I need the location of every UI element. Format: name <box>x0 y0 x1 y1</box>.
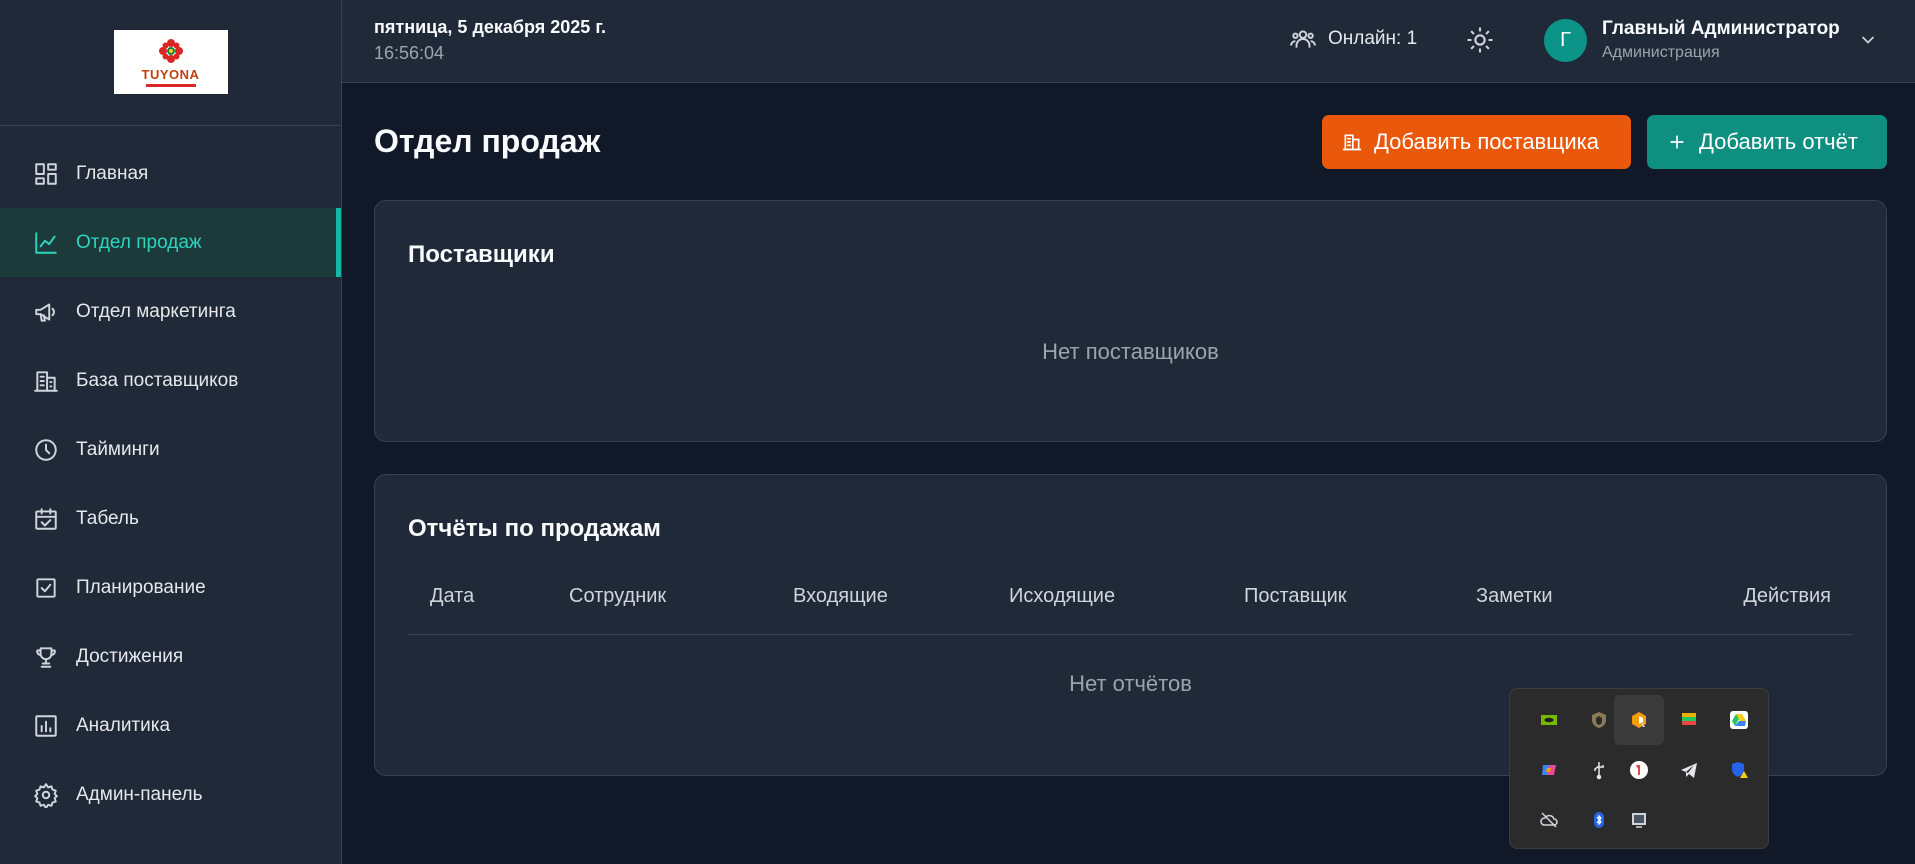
column-header-date[interactable]: Дата <box>430 585 474 608</box>
column-header-notes[interactable]: Заметки <box>1476 585 1553 608</box>
building-icon <box>32 367 60 395</box>
logo[interactable]: TUYONA <box>113 29 228 94</box>
column-header-employee[interactable]: Сотрудник <box>569 585 666 608</box>
sidebar-item-achievements[interactable]: Достижения <box>0 622 341 691</box>
users-icon <box>1290 30 1316 48</box>
column-header-incoming[interactable]: Входящие <box>793 585 888 608</box>
current-date: пятница, 5 декабря 2025 г. <box>374 17 607 37</box>
online-indicator[interactable]: Онлайн: 1 <box>1290 26 1417 52</box>
copilot-icon[interactable] <box>1524 745 1574 795</box>
suppliers-title: Поставщики <box>408 241 555 268</box>
user-menu[interactable]: Г Главный Администратор Администрация <box>1544 18 1840 62</box>
system-tray-popup <box>1509 688 1769 849</box>
sidebar-item-label: Отдел продаж <box>76 231 202 253</box>
logo-underline <box>145 84 196 87</box>
user-role: Администрация <box>1602 44 1720 61</box>
sidebar-item-marketing[interactable]: Отдел маркетинга <box>0 277 341 346</box>
bluestacks-icon[interactable] <box>1664 695 1714 745</box>
add-supplier-label: Добавить поставщика <box>1374 129 1599 154</box>
sidebar-item-label: База поставщиков <box>76 369 239 391</box>
column-header-outgoing[interactable]: Исходящие <box>1009 585 1115 608</box>
sun-icon <box>1467 27 1493 53</box>
flower-logo-icon <box>158 39 183 63</box>
sidebar-item-planning[interactable]: Планирование <box>0 553 341 622</box>
sidebar-item-analytics[interactable]: Аналитика <box>0 691 341 760</box>
trophy-icon <box>32 643 60 671</box>
sidebar-nav: Главная Отдел продаж Отдел маркетинга Ба… <box>0 126 341 829</box>
theme-toggle-button[interactable] <box>1464 24 1496 56</box>
sidebar-item-home[interactable]: Главная <box>0 139 341 208</box>
add-supplier-button[interactable]: Добавить поставщика <box>1322 115 1631 169</box>
column-header-supplier[interactable]: Поставщик <box>1244 585 1347 608</box>
sidebar-item-label: Табель <box>76 507 139 529</box>
clock-icon <box>32 436 60 464</box>
chevron-down-icon[interactable] <box>1858 30 1878 50</box>
logo-brand: TUYONA <box>141 67 200 82</box>
sidebar-item-label: Админ-панель <box>76 783 203 805</box>
plus-icon <box>1670 135 1684 149</box>
display-icon[interactable] <box>1614 795 1664 845</box>
bar-chart-icon <box>32 712 60 740</box>
nvidia-icon[interactable] <box>1524 695 1574 745</box>
sidebar-item-label: Достижения <box>76 645 184 667</box>
user-info: Главный Администратор Администрация <box>1602 18 1840 62</box>
sidebar-item-label: Планирование <box>76 576 206 598</box>
defender-warning-icon[interactable] <box>1714 745 1764 795</box>
user-name: Главный Администратор <box>1602 18 1840 39</box>
trend-chart-icon <box>32 229 60 257</box>
gear-icon <box>32 781 60 809</box>
telegram-icon[interactable] <box>1664 745 1714 795</box>
add-report-label: Добавить отчёт <box>1699 129 1858 154</box>
cloud-off-icon[interactable] <box>1524 795 1574 845</box>
column-header-actions[interactable]: Действия <box>1743 585 1831 608</box>
current-time: 16:56:04 <box>374 43 445 63</box>
suppliers-empty-state: Нет поставщиков <box>1042 339 1219 364</box>
sidebar-item-sales[interactable]: Отдел продаж <box>0 208 341 277</box>
reports-table-header: Дата Сотрудник Входящие Исходящие Постав… <box>408 585 1853 635</box>
sidebar-item-admin[interactable]: Админ-панель <box>0 760 341 829</box>
google-drive-icon[interactable] <box>1714 695 1764 745</box>
suppliers-card: Поставщики Нет поставщиков <box>374 200 1887 442</box>
calendar-check-icon <box>32 505 60 533</box>
add-report-button[interactable]: Добавить отчёт <box>1647 115 1887 169</box>
top-header: пятница, 5 декабря 2025 г. 16:56:04 Онла… <box>342 0 1915 83</box>
dashboard-icon <box>32 160 60 188</box>
checkbox-icon <box>32 574 60 602</box>
sidebar-item-label: Аналитика <box>76 714 171 736</box>
sidebar-item-timesheet[interactable]: Табель <box>0 484 341 553</box>
sidebar-item-timings[interactable]: Тайминги <box>0 415 341 484</box>
megaphone-icon <box>32 298 60 326</box>
page-title: Отдел продаж <box>374 123 601 159</box>
yandex-icon[interactable] <box>1614 745 1664 795</box>
reports-title: Отчёты по продажам <box>408 515 661 542</box>
sidebar-item-suppliers[interactable]: База поставщиков <box>0 346 341 415</box>
sidebar-item-label: Главная <box>76 162 149 184</box>
avatar: Г <box>1544 18 1587 62</box>
sidebar: TUYONA Главная Отдел продаж Отдел маркет… <box>0 0 342 864</box>
logo-area: TUYONA <box>0 0 341 126</box>
sidebar-item-label: Отдел маркетинга <box>76 300 236 322</box>
building-icon <box>1342 134 1362 151</box>
office-app-icon[interactable] <box>1614 695 1664 745</box>
online-count: Онлайн: 1 <box>1328 28 1418 49</box>
sidebar-item-label: Тайминги <box>76 438 160 460</box>
